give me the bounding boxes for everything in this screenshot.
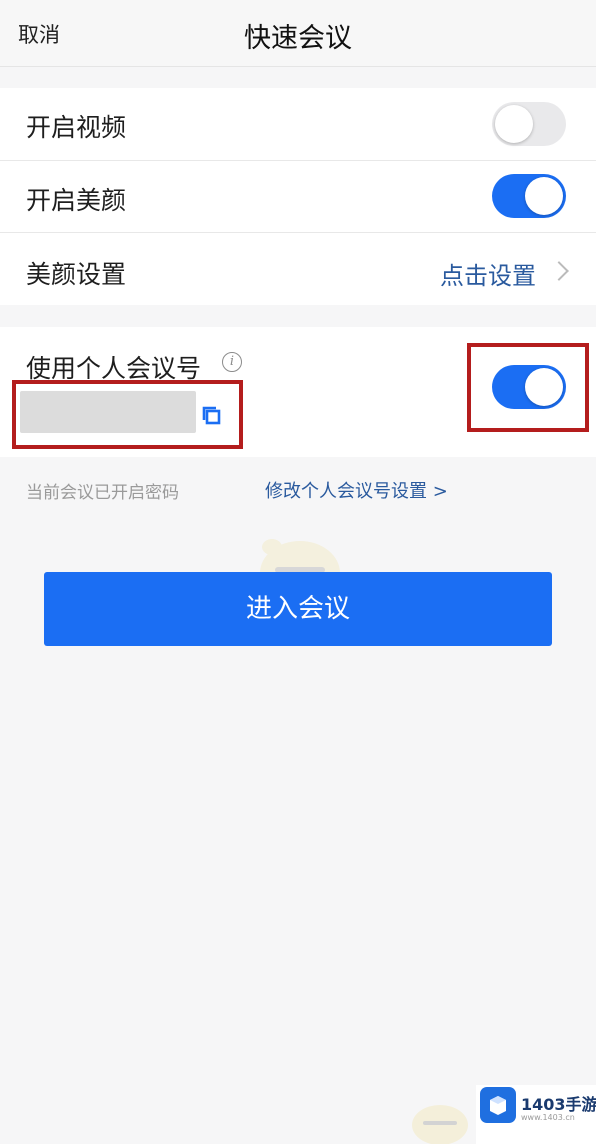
setting-label-beauty-settings: 美颜设置 — [26, 260, 127, 289]
chevron-right-icon — [549, 261, 569, 281]
modify-personal-meeting-link[interactable]: 修改个人会议号设置 > — [265, 477, 448, 503]
highlight-box-meeting-id — [12, 380, 243, 449]
video-toggle[interactable] — [492, 102, 566, 146]
setting-label-beauty: 开启美颜 — [26, 186, 127, 215]
beauty-settings-link[interactable]: 点击设置 — [440, 256, 536, 291]
page-title: 快速会议 — [244, 23, 352, 54]
info-icon[interactable]: i — [222, 352, 242, 372]
brand-logo-icon — [480, 1087, 516, 1123]
brand-watermark: 1403手游网 www.1403.cn — [476, 1085, 596, 1144]
brand-domain: www.1403.cn — [521, 1113, 575, 1122]
toggle-knob — [495, 105, 533, 143]
nav-bar: 取消 快速会议 — [0, 0, 596, 67]
setting-label-video: 开启视频 — [26, 113, 127, 142]
password-notice: 当前会议已开启密码 — [26, 483, 179, 503]
brand-name: 1403手游网 — [521, 1095, 596, 1114]
highlight-box-toggle — [467, 343, 589, 432]
setting-row-beauty-settings[interactable]: 美颜设置 点击设置 — [0, 233, 596, 305]
mascot-watermark-icon — [412, 1105, 468, 1144]
setting-row-video: 开启视频 — [0, 88, 596, 160]
setting-row-beauty: 开启美颜 — [0, 161, 596, 232]
enter-meeting-button[interactable]: 进入会议 — [44, 572, 552, 646]
beauty-toggle[interactable] — [492, 174, 566, 218]
toggle-knob — [525, 177, 563, 215]
